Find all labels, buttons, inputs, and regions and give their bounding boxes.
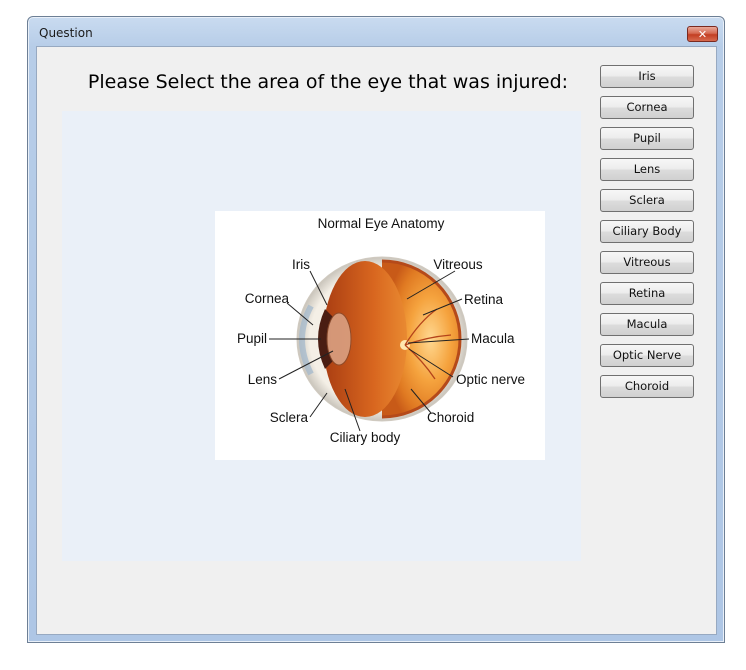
label-macula: Macula — [471, 331, 515, 346]
label-cornea: Cornea — [245, 291, 290, 306]
choice-optic-nerve-button[interactable]: Optic Nerve — [600, 344, 694, 367]
choice-retina-button[interactable]: Retina — [600, 282, 694, 305]
choice-ciliary-body-button[interactable]: Ciliary Body — [600, 220, 694, 243]
eye-anatomy-diagram[interactable]: Normal Eye Anatomy Iris Vitreous Cornea … — [215, 211, 545, 460]
eye-anatomy-image: Normal Eye Anatomy Iris Vitreous Cornea … — [237, 216, 525, 445]
choice-vitreous-button[interactable]: Vitreous — [600, 251, 694, 274]
label-lens: Lens — [248, 372, 278, 387]
lens-shape — [326, 312, 352, 366]
choice-lens-button[interactable]: Lens — [600, 158, 694, 181]
label-pupil: Pupil — [237, 331, 267, 346]
close-icon: ✕ — [697, 27, 708, 41]
choice-pupil-button[interactable]: Pupil — [600, 127, 694, 150]
label-vitreous: Vitreous — [433, 257, 483, 272]
choice-cornea-button[interactable]: Cornea — [600, 96, 694, 119]
choice-choroid-button[interactable]: Choroid — [600, 375, 694, 398]
title-bar[interactable]: Question ✕ — [28, 17, 724, 45]
diagram-title: Normal Eye Anatomy — [318, 216, 445, 231]
choice-sclera-button[interactable]: Sclera — [600, 189, 694, 212]
choice-macula-button[interactable]: Macula — [600, 313, 694, 336]
choice-iris-button[interactable]: Iris — [600, 65, 694, 88]
label-optic-nerve: Optic nerve — [456, 372, 525, 387]
label-choroid: Choroid — [427, 410, 474, 425]
label-sclera: Sclera — [270, 410, 309, 425]
label-ciliary-body: Ciliary body — [330, 430, 401, 445]
label-retina: Retina — [464, 292, 504, 307]
label-iris: Iris — [292, 257, 310, 272]
question-window: Question ✕ Please Select the area of the… — [27, 16, 725, 643]
answer-choices: Iris Cornea Pupil Lens Sclera Ciliary Bo… — [600, 65, 694, 406]
close-button[interactable]: ✕ — [687, 26, 718, 42]
window-title: Question — [39, 26, 93, 40]
question-prompt: Please Select the area of the eye that w… — [87, 71, 569, 93]
dialog-body: Please Select the area of the eye that w… — [36, 46, 717, 635]
image-panel: Normal Eye Anatomy Iris Vitreous Cornea … — [62, 111, 581, 561]
